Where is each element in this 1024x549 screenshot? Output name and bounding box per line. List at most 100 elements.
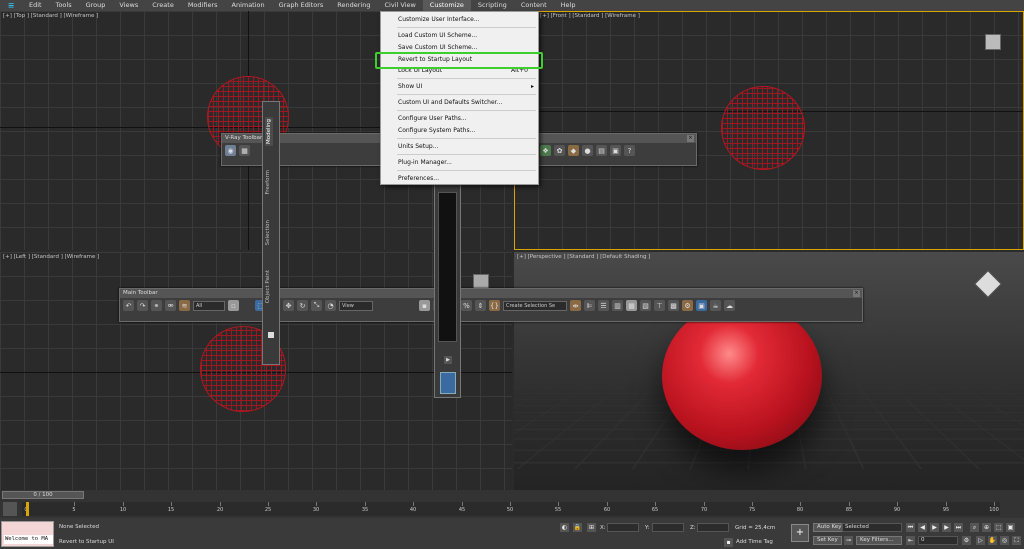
menu-group[interactable]: Group <box>79 0 113 11</box>
y-coord-field[interactable] <box>652 523 684 532</box>
toggle-scene-explorer-icon[interactable]: ☰ <box>598 300 609 311</box>
menu-tools[interactable]: Tools <box>49 0 79 11</box>
select-object-icon[interactable]: ▫ <box>228 300 239 311</box>
isolate-selection-icon[interactable]: ◐ <box>560 523 569 532</box>
align-icon[interactable]: ⊫ <box>584 300 595 311</box>
app-logo-icon[interactable]: ≡ <box>0 0 22 11</box>
timeline[interactable]: 0 / 100 05101520253035404550556065707580… <box>0 490 1024 518</box>
time-slider[interactable]: 0 / 100 <box>2 491 84 499</box>
zoom-extents-icon[interactable]: ⬚ <box>994 523 1003 532</box>
time-configuration-icon[interactable]: ⚙ <box>962 536 971 545</box>
material-editor-icon[interactable]: ▩ <box>668 300 679 311</box>
menu-item-preferences[interactable]: Preferences... <box>381 173 538 184</box>
menu-content[interactable]: Content <box>514 0 554 11</box>
field-of-view-icon[interactable]: ▷ <box>976 536 985 545</box>
vray-fur-icon[interactable]: ✿ <box>554 145 565 156</box>
main-toolbar[interactable]: Main Toolbar × ↶ ↷ ⚭ ⚮ ≋ All ▫ ⬚ ▢ ✥ ↻ ⤡… <box>119 288 863 322</box>
go-to-start-icon[interactable]: ⏮ <box>906 523 915 532</box>
mirror-icon[interactable]: ⇹ <box>570 300 581 311</box>
ribbon-toggle-icon[interactable]: ▦ <box>626 300 637 311</box>
vertical-toolbar[interactable]: ▶ <box>434 183 461 398</box>
red-sphere[interactable] <box>662 302 822 450</box>
menu-views[interactable]: Views <box>112 0 145 11</box>
schematic-view-icon[interactable]: ⊤ <box>654 300 665 311</box>
layer-explorer-icon[interactable]: ▥ <box>612 300 623 311</box>
scale-icon[interactable]: ⤡ <box>311 300 322 311</box>
add-time-tag[interactable]: Add Time Tag <box>736 539 773 545</box>
menu-edit[interactable]: Edit <box>22 0 49 11</box>
link-icon[interactable]: ⚭ <box>151 300 162 311</box>
z-coord-field[interactable] <box>697 523 729 532</box>
auto-key-button[interactable]: Auto Key <box>813 523 846 532</box>
undo-icon[interactable]: ↶ <box>123 300 134 311</box>
selection-lock-icon[interactable]: 🔒 <box>573 523 582 532</box>
menu-item-configure-user-paths[interactable]: Configure User Paths... <box>381 113 538 124</box>
menu-scripting[interactable]: Scripting <box>471 0 514 11</box>
vray-render-icon[interactable]: ▦ <box>239 145 250 156</box>
percent-snap-icon[interactable]: % <box>461 300 472 311</box>
ribbon-minimize-icon[interactable] <box>268 332 274 338</box>
maximize-viewport-icon[interactable]: ⛶ <box>1012 536 1021 545</box>
next-frame-icon[interactable]: ▶ <box>942 523 951 532</box>
current-time-marker[interactable] <box>26 502 29 516</box>
ribbon-tab-selection[interactable]: Selection <box>265 220 271 245</box>
viewport-label[interactable]: [+] [Top ] [Standard ] [Wireframe ] <box>3 13 98 19</box>
track-bar[interactable]: 0510152025303540455055606570758085909510… <box>22 502 1000 516</box>
vray-frame-buffer-icon[interactable]: ◉ <box>225 145 236 156</box>
menu-help[interactable]: Help <box>554 0 583 11</box>
zoom-all-icon[interactable]: ⊕ <box>982 523 991 532</box>
unlink-icon[interactable]: ⚮ <box>165 300 176 311</box>
move-icon[interactable]: ✥ <box>283 300 294 311</box>
vray-sphere-icon[interactable]: ● <box>582 145 593 156</box>
track-bar-toggle-icon[interactable] <box>3 502 17 516</box>
time-tag-icon[interactable]: ▪ <box>724 538 733 547</box>
menu-item-customize-ui[interactable]: Customize User Interface... <box>381 14 538 25</box>
reference-coordinate-dropdown[interactable]: View <box>339 300 373 311</box>
maxscript-listener[interactable]: Welcome to MA <box>1 521 54 547</box>
render-production-icon[interactable]: ☕ <box>710 300 721 311</box>
menu-customize[interactable]: Customize <box>422 0 471 11</box>
menu-create[interactable]: Create <box>145 0 181 11</box>
menu-graph-editors[interactable]: Graph Editors <box>272 0 331 11</box>
rotate-icon[interactable]: ↻ <box>297 300 308 311</box>
ribbon-tab-modeling[interactable]: Modeling <box>265 117 273 147</box>
rendered-frame-window-icon[interactable]: ▣ <box>696 300 707 311</box>
zoom-icon[interactable]: ⌕ <box>970 523 979 532</box>
set-key-button[interactable]: Set Key <box>813 536 842 545</box>
menu-item-show-ui[interactable]: Show UI ▸ <box>381 81 538 92</box>
zoom-extents-all-icon[interactable]: ▣ <box>1006 523 1015 532</box>
pan-view-icon[interactable]: ✋ <box>988 536 997 545</box>
key-selection-dropdown[interactable]: Selected <box>842 523 902 532</box>
selection-filter-dropdown[interactable]: All <box>193 300 225 311</box>
place-icon[interactable]: ◔ <box>325 300 336 311</box>
viewport-front[interactable]: [+] [Front ] [Standard ] [Wireframe ] <box>514 11 1024 250</box>
menu-rendering[interactable]: Rendering <box>330 0 377 11</box>
menu-item-configure-system-paths[interactable]: Configure System Paths... <box>381 125 538 136</box>
play-icon[interactable]: ▶ <box>444 356 452 364</box>
bind-space-warp-icon[interactable]: ≋ <box>179 300 190 311</box>
viewport-label[interactable]: [+] [Perspective ] [Standard ] [Default … <box>517 254 650 260</box>
menu-item-ui-defaults-switcher[interactable]: Custom UI and Defaults Switcher... <box>381 97 538 108</box>
set-key-big-icon[interactable]: + <box>791 524 809 542</box>
vray-mesh-export-icon[interactable]: ▤ <box>596 145 607 156</box>
vray-settings-icon[interactable]: ▣ <box>610 145 621 156</box>
orbit-icon[interactable]: ◎ <box>1000 536 1009 545</box>
key-mode-icon[interactable]: ⊸ <box>844 536 853 545</box>
menu-civil-view[interactable]: Civil View <box>377 0 422 11</box>
menu-modifiers[interactable]: Modifiers <box>181 0 225 11</box>
redo-icon[interactable]: ↷ <box>137 300 148 311</box>
viewport-layout-icon[interactable] <box>440 372 456 394</box>
close-icon[interactable]: × <box>687 135 694 142</box>
menu-item-plugin-manager[interactable]: Plug-in Manager... <box>381 157 538 168</box>
vray-plane-icon[interactable]: ◆ <box>568 145 579 156</box>
menu-item-units-setup[interactable]: Units Setup... <box>381 141 538 152</box>
menu-item-load-ui-scheme[interactable]: Load Custom UI Scheme... <box>381 30 538 41</box>
ribbon-tab-freeform[interactable]: Freeform <box>265 170 271 195</box>
absolute-mode-icon[interactable]: ⊞ <box>587 523 596 532</box>
vray-proxy-icon[interactable]: ❖ <box>540 145 551 156</box>
x-coord-field[interactable] <box>607 523 639 532</box>
go-to-end-icon[interactable]: ⏭ <box>954 523 963 532</box>
close-icon[interactable]: × <box>853 290 860 297</box>
viewport-label[interactable]: [+] [Left ] [Standard ] [Wireframe ] <box>3 254 99 260</box>
viewcube-icon[interactable] <box>974 270 1002 298</box>
